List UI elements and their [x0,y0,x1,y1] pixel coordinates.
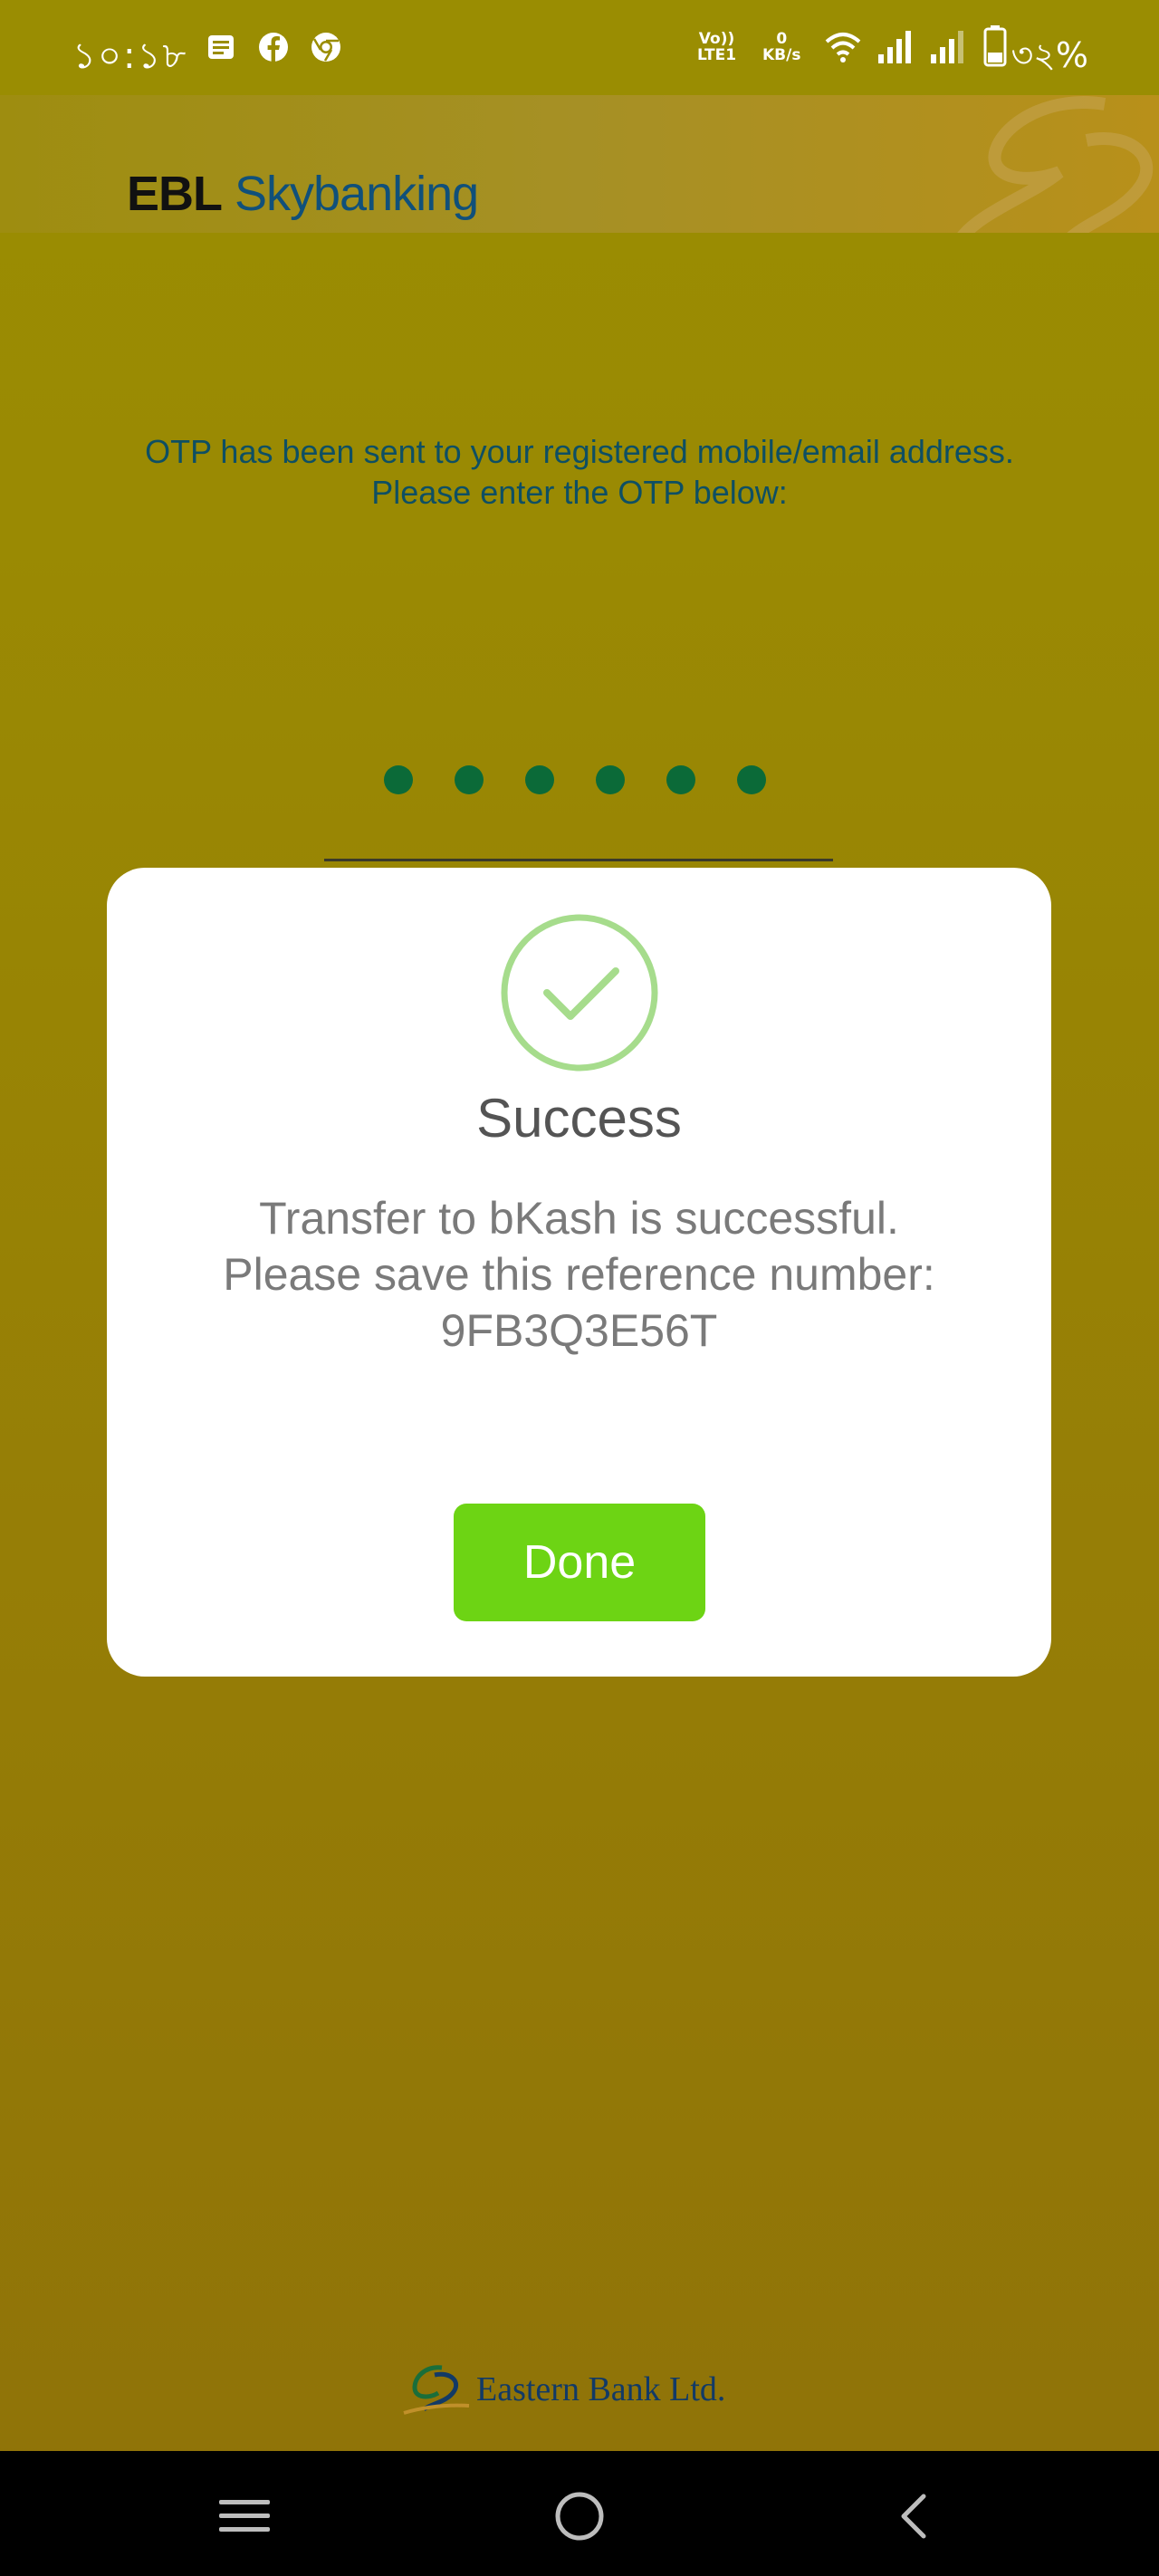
brand-ebl: EBL [127,167,223,221]
dialog-message: Transfer to bKash is successful. Please … [223,1193,935,1356]
otp-digit-dot [384,765,413,794]
home-icon[interactable] [552,2489,607,2543]
signal-icon [931,31,963,63]
chrome-icon [311,33,340,62]
otp-digit-dot [596,765,625,794]
done-button[interactable]: Done [454,1504,705,1621]
app-header: EBL Skybanking [0,95,1159,233]
success-dialog: Success Transfer to bKash is successful.… [107,868,1051,1677]
battery-percentage: ৩২% [1011,35,1088,75]
system-status-icons: Vo)) LTE1 0 KB/s ৩২% [688,24,1159,75]
volte-text: Vo)) [698,30,735,48]
footer-brand: Eastern Bank Ltd. [398,2362,779,2417]
otp-instruction: OTP has been sent to your registered mob… [145,433,1014,511]
lte-text: LTE1 [697,46,737,64]
otp-input[interactable] [384,765,766,794]
status-time: ১০:১৮ [72,35,188,77]
speed-value: 0 [776,30,788,48]
speed-unit: KB/s [762,46,801,64]
network-speed: 0 KB/s [762,31,800,63]
eastern-bank-logo-icon [403,2365,470,2415]
back-icon[interactable] [887,2489,942,2543]
recent-apps-icon[interactable] [217,2489,272,2543]
ebl-watermark-icon [957,96,1154,233]
bank-name: Eastern Bank Ltd. [476,2370,726,2408]
battery-icon [983,25,1007,67]
notification-icons [205,31,342,63]
app-logo: EBL Skybanking [127,166,479,222]
facebook-icon [259,33,288,62]
signal-icon [878,31,911,63]
news-icon [208,35,234,59]
wifi-icon [825,33,861,62]
otp-underline [324,859,833,861]
otp-digit-dot [666,765,695,794]
check-icon [501,914,658,1072]
dialog-title: Success [476,1088,682,1149]
navigation-bar [0,2451,1159,2576]
status-bar: ১০:১৮ Vo)) LTE1 0 KB/s ৩২% [0,0,1159,95]
otp-digit-dot [737,765,766,794]
volte-indicator: Vo)) LTE1 [697,31,736,63]
otp-digit-dot [525,765,554,794]
otp-digit-dot [455,765,484,794]
brand-skybanking: Skybanking [222,167,479,221]
